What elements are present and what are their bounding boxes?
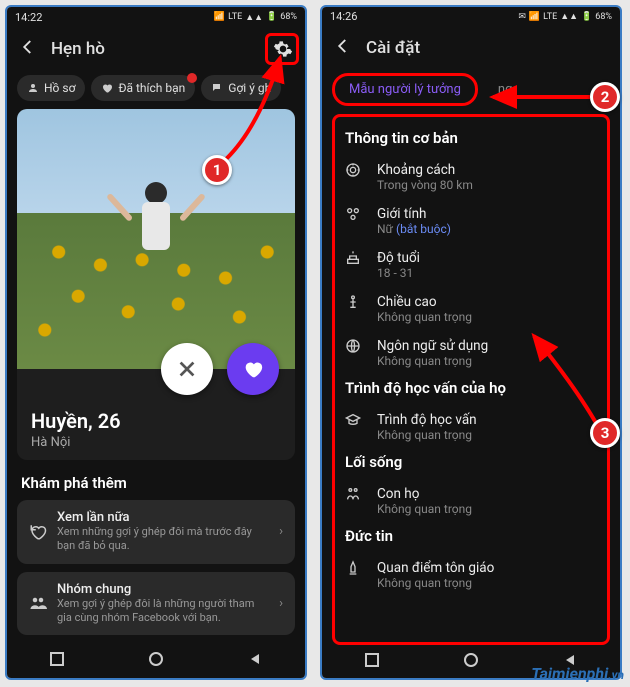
profile-name: Huyền, 26: [31, 409, 281, 433]
setting-children[interactable]: Con họKhông quan trọng: [345, 479, 597, 523]
group-lifestyle-title: Lối sống: [345, 453, 597, 471]
annotation-arrow-1: [218, 50, 298, 170]
annotation-badge-3: 3: [590, 418, 620, 448]
chip-profile[interactable]: Hồ sơ: [17, 75, 85, 101]
status-icons: 📶LTE▲▲🔋68%: [214, 12, 297, 23]
setting-religion[interactable]: Quan điểm tôn giáoKhông quan trọng: [345, 553, 597, 597]
nav-recent[interactable]: [365, 653, 379, 671]
nav-recent[interactable]: [50, 652, 64, 670]
back-icon[interactable]: [19, 38, 37, 60]
annotation-arrow-2: [485, 82, 595, 112]
group-icon: [29, 594, 47, 612]
children-icon: [345, 486, 365, 502]
android-nav-bar: [7, 644, 305, 678]
setting-distance[interactable]: Khoảng cáchTrong vòng 80 km: [345, 155, 597, 199]
nav-back[interactable]: [248, 652, 262, 670]
height-icon: [345, 294, 365, 310]
like-button[interactable]: [227, 343, 279, 395]
nav-home[interactable]: [149, 652, 163, 670]
back-icon[interactable]: [334, 37, 352, 59]
status-time: 14:22: [15, 11, 42, 24]
chevron-right-icon: ›: [279, 596, 283, 611]
tab-ideal-person[interactable]: Mẫu người lý tưởng: [332, 73, 478, 106]
discover-title: Khám phá thêm: [21, 474, 291, 492]
group-faith-title: Đức tin: [345, 527, 597, 545]
nav-home[interactable]: [464, 653, 478, 671]
profile-location: Hà Nội: [31, 435, 281, 450]
grad-icon: [345, 412, 365, 428]
notification-dot: [187, 73, 197, 83]
annotation-badge-2: 2: [590, 82, 620, 112]
rewind-icon: [29, 523, 47, 541]
group-basic-title: Thông tin cơ bản: [345, 129, 597, 147]
header: Cài đặt: [322, 26, 620, 68]
cake-icon: [345, 250, 365, 266]
status-icons: ✉📶LTE▲▲🔋68%: [518, 11, 612, 22]
page-title: Cài đặt: [366, 38, 608, 58]
globe-icon: [345, 338, 365, 354]
gender-icon: [345, 206, 365, 222]
setting-gender[interactable]: Giới tínhNữ (bắt buộc): [345, 199, 597, 243]
target-icon: [345, 162, 365, 178]
status-bar: 14:26 ✉📶LTE▲▲🔋68%: [322, 7, 620, 26]
status-time: 14:26: [330, 10, 357, 23]
pass-button[interactable]: [161, 343, 213, 395]
status-bar: 14:22 📶LTE▲▲🔋68%: [7, 7, 305, 27]
watermark: Taimienphi.vn: [531, 664, 624, 683]
setting-age[interactable]: Độ tuổi18 - 31: [345, 243, 597, 287]
chevron-right-icon: ›: [279, 524, 283, 539]
chip-liked-you[interactable]: Đã thích bạn: [91, 75, 195, 101]
setting-height[interactable]: Chiều caoKhông quan trọng: [345, 287, 597, 331]
discover-groups[interactable]: Nhóm chung Xem gợi ý ghép đôi là những n…: [17, 572, 295, 636]
pray-icon: [345, 560, 365, 576]
discover-see-again[interactable]: Xem lần nữa Xem những gợi ý ghép đôi mà …: [17, 500, 295, 564]
annotation-badge-1: 1: [202, 155, 232, 185]
